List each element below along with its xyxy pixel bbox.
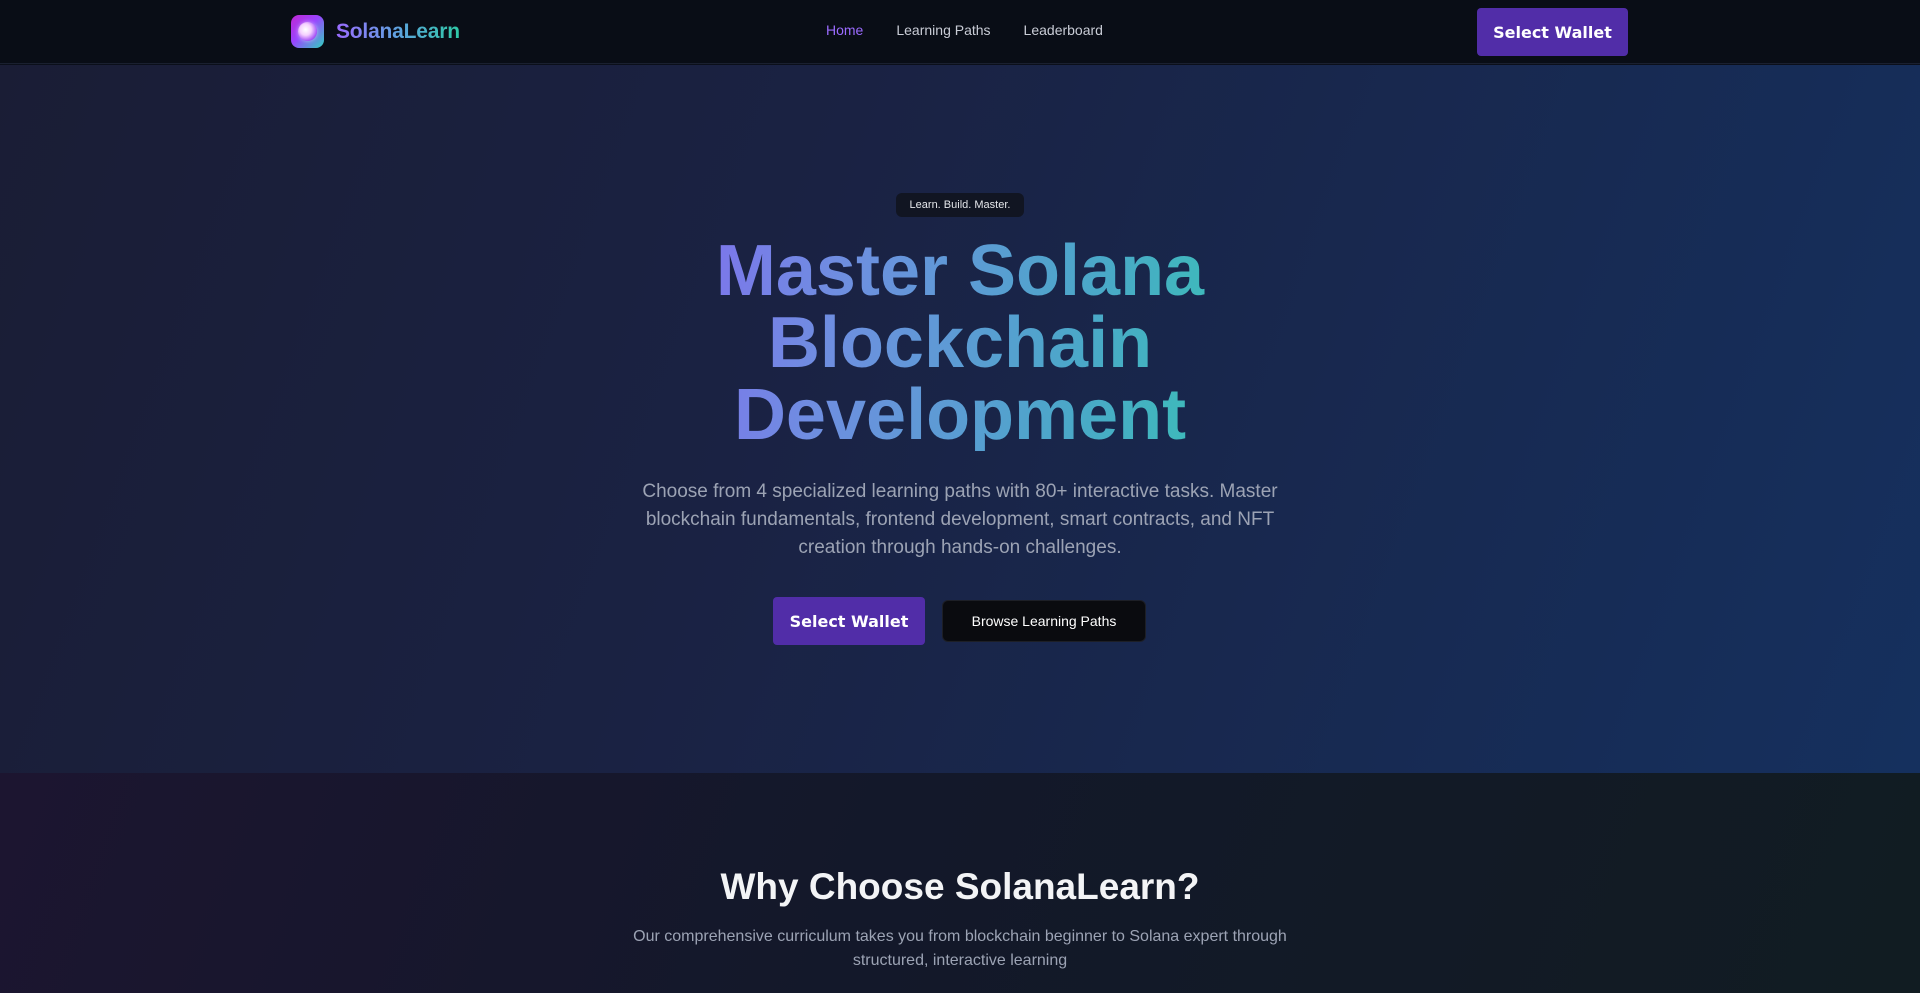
why-subtitle: Our comprehensive curriculum takes you f…: [633, 928, 1287, 969]
hero-title-line-3: Development: [733, 375, 1187, 455]
hero-subtitle: Choose from 4 specialized learning paths…: [642, 481, 1278, 558]
brand-home-link[interactable]: SolanaLearn: [291, 15, 460, 48]
brand-name: SolanaLearn: [336, 19, 460, 43]
nav-link-leaderboard[interactable]: Leaderboard: [1024, 22, 1103, 38]
main-nav: Home Learning Paths Leaderboard: [826, 22, 1103, 38]
browse-learning-paths-button[interactable]: Browse Learning Paths: [942, 600, 1146, 642]
hero-title-line-1: Master Solana: [715, 231, 1205, 311]
select-wallet-button[interactable]: Select Wallet: [1477, 8, 1628, 56]
logo-orb: [298, 22, 317, 41]
hero-select-wallet-button[interactable]: Select Wallet: [773, 597, 925, 645]
hero-badge: Learn. Build. Master.: [896, 193, 1024, 217]
hero-section: Learn. Build. Master. Master Solana Bloc…: [0, 65, 1920, 773]
why-section: Why Choose SolanaLearn? Our comprehensiv…: [0, 773, 1920, 993]
hero-title-line-2: Blockchain: [767, 303, 1153, 383]
top-navbar: SolanaLearn Home Learning Paths Leaderbo…: [0, 0, 1920, 64]
solana-logo-icon: [291, 15, 324, 48]
why-title: Why Choose SolanaLearn?: [720, 866, 1200, 907]
hero-title: Master Solana Blockchain Development: [560, 235, 1360, 451]
nav-link-home[interactable]: Home: [826, 22, 863, 38]
nav-link-learning-paths[interactable]: Learning Paths: [896, 22, 990, 38]
